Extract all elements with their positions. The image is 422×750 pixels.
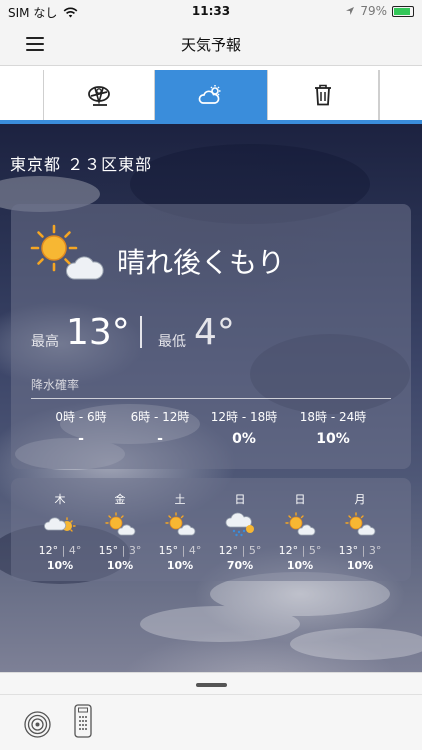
status-bar: SIM なし 11:33 79% bbox=[0, 0, 422, 22]
weekly-day-1: 金 15° | 3° 10% bbox=[90, 491, 150, 572]
nav-bar: 天気予報 bbox=[0, 22, 422, 66]
day-temps: 12° | 5° bbox=[210, 544, 270, 557]
earth-pin-icon bbox=[88, 86, 110, 106]
day-high: 15° bbox=[98, 544, 119, 557]
sun-then-cloud-icon bbox=[30, 224, 104, 280]
rain-period-0: 0時 - 6時 - bbox=[36, 408, 126, 447]
day-temp-separator: | bbox=[121, 544, 126, 557]
cloud-rain-icon bbox=[225, 512, 254, 537]
weekly-day-4: 日 12° | 5° 10% bbox=[270, 491, 330, 572]
day-temp-separator: | bbox=[181, 544, 186, 557]
sun-then-cloud-icon bbox=[105, 512, 136, 536]
rain-period-value: - bbox=[78, 431, 84, 447]
day-name: 月 bbox=[354, 493, 366, 506]
day-pop: 10% bbox=[106, 559, 134, 572]
partly-cloudy-icon bbox=[198, 85, 221, 104]
day-low: 5° bbox=[248, 544, 262, 557]
location-label: 東京都 ２３区東部 bbox=[10, 155, 153, 174]
day-pop: 10% bbox=[46, 559, 74, 572]
tab-spacer-left bbox=[0, 70, 44, 120]
page-title: 天気予報 bbox=[180, 36, 241, 54]
day-temp-separator: | bbox=[61, 544, 66, 557]
sheet-drag-handle[interactable] bbox=[196, 683, 227, 687]
rain-period-label: 0時 - 6時 bbox=[55, 410, 107, 424]
rain-period-label: 6時 - 12時 bbox=[130, 410, 190, 424]
remote-control-icon[interactable] bbox=[74, 704, 92, 738]
location-arrow-icon bbox=[346, 7, 355, 15]
day-high: 12° bbox=[278, 544, 299, 557]
rain-period-3: 18時 - 24時 10% bbox=[288, 408, 378, 447]
rain-period-1: 6時 - 12時 - bbox=[115, 408, 205, 447]
day-high: 13° bbox=[338, 544, 359, 557]
day-name: 木 bbox=[54, 493, 66, 506]
sun-then-cloud-icon bbox=[285, 512, 316, 536]
day-name: 金 bbox=[114, 493, 126, 506]
trash-icon bbox=[315, 84, 331, 106]
rain-period-label: 18時 - 24時 bbox=[299, 410, 367, 424]
temp-divider bbox=[140, 316, 142, 348]
battery-icon bbox=[392, 5, 414, 17]
rain-divider bbox=[31, 398, 391, 399]
tab-earth[interactable] bbox=[44, 70, 155, 120]
weekly-day-5: 月 13° | 3° 10% bbox=[330, 491, 390, 572]
rain-period-2: 12時 - 18時 0% bbox=[199, 408, 289, 447]
tab-weather[interactable] bbox=[155, 70, 267, 120]
status-right: 79% bbox=[345, 4, 414, 18]
sun-then-cloud-icon bbox=[165, 512, 196, 536]
tab-delete[interactable] bbox=[267, 70, 379, 120]
day-temp-separator: | bbox=[301, 544, 306, 557]
rain-period-label: 12時 - 18時 bbox=[210, 410, 278, 424]
radar-icon[interactable] bbox=[24, 711, 51, 738]
day-temp-separator: | bbox=[361, 544, 366, 557]
day-low: 4° bbox=[68, 544, 82, 557]
weekly-day-0: 木 12° | 4° 10% bbox=[30, 491, 90, 572]
rain-probability-title: 降水確率 bbox=[31, 378, 80, 392]
max-temp-value: 13° bbox=[66, 312, 130, 353]
tab-bar bbox=[0, 70, 422, 120]
battery-percent: 79% bbox=[360, 4, 387, 18]
day-low: 3° bbox=[128, 544, 142, 557]
day-name: 日 bbox=[234, 493, 246, 506]
cloud-then-sun-icon bbox=[44, 517, 76, 532]
day-temps: 15° | 3° bbox=[90, 544, 150, 557]
day-pop: 10% bbox=[346, 559, 374, 572]
day-high: 15° bbox=[158, 544, 179, 557]
rain-period-value: 0% bbox=[232, 431, 256, 447]
day-low: 3° bbox=[368, 544, 382, 557]
condition-label: 晴れ後くもり bbox=[117, 246, 286, 279]
day-temps: 15° | 4° bbox=[150, 544, 210, 557]
day-temps: 12° | 4° bbox=[30, 544, 90, 557]
day-temp-separator: | bbox=[241, 544, 246, 557]
rain-period-value: 10% bbox=[316, 431, 350, 447]
tab-spacer-right bbox=[379, 70, 422, 120]
day-temps: 12° | 5° bbox=[270, 544, 330, 557]
day-temps: 13° | 3° bbox=[330, 544, 390, 557]
min-temp-value: 4° bbox=[194, 312, 235, 353]
day-high: 12° bbox=[38, 544, 59, 557]
weekly-day-2: 土 15° | 4° 10% bbox=[150, 491, 210, 572]
day-pop: 70% bbox=[226, 559, 254, 572]
day-low: 4° bbox=[188, 544, 202, 557]
max-temp-label: 最高 bbox=[31, 334, 59, 350]
day-name: 土 bbox=[174, 493, 186, 506]
min-temp-label: 最低 bbox=[158, 334, 186, 350]
day-name: 日 bbox=[294, 493, 306, 506]
day-low: 5° bbox=[308, 544, 322, 557]
rain-period-value: - bbox=[157, 431, 163, 447]
day-pop: 10% bbox=[166, 559, 194, 572]
sheet-divider bbox=[0, 694, 422, 695]
weekly-day-3: 日 12° | 5° 70% bbox=[210, 491, 270, 572]
sun-then-cloud-icon bbox=[345, 512, 376, 536]
day-pop: 10% bbox=[286, 559, 314, 572]
day-high: 12° bbox=[218, 544, 239, 557]
battery-fill bbox=[394, 7, 410, 15]
